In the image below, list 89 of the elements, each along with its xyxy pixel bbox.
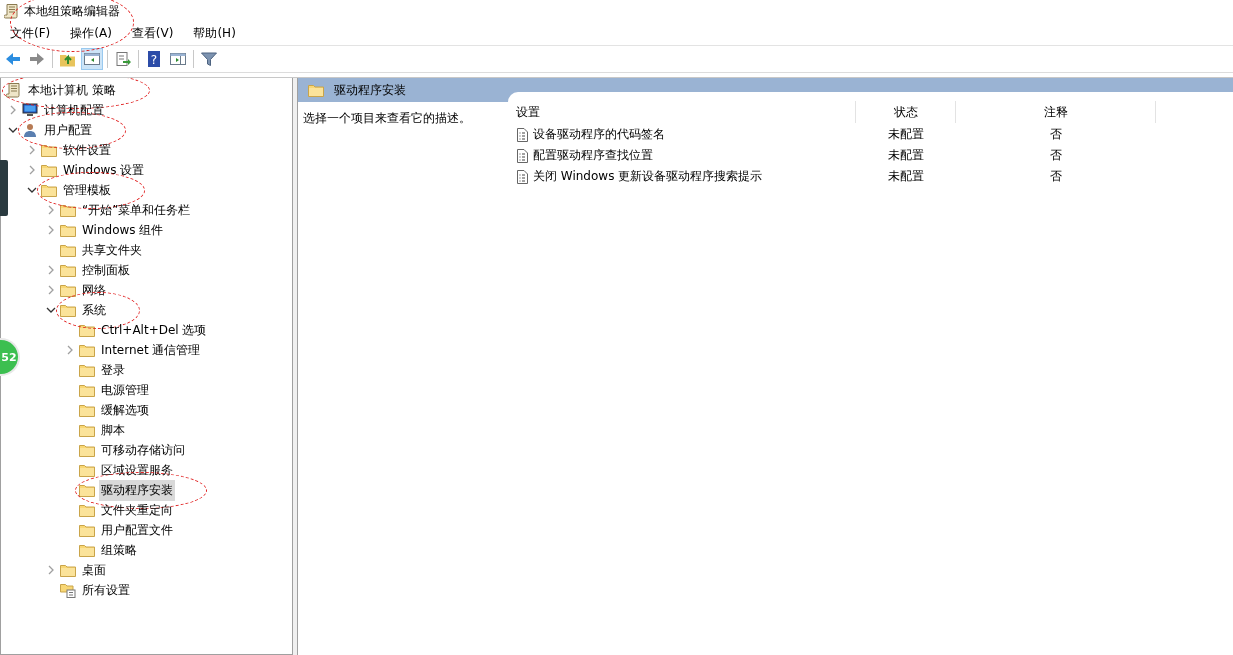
tree-pane-icon[interactable] (81, 48, 103, 70)
folder-icon (60, 563, 76, 577)
chevron-right-icon[interactable] (27, 165, 37, 175)
menu-item[interactable]: 文件(F) (4, 25, 57, 42)
scroll-icon (6, 82, 22, 98)
tree-item[interactable]: 区域设置服务 (99, 459, 175, 481)
chevron-right-icon[interactable] (46, 205, 56, 215)
tree-item[interactable]: 用户配置文件 (99, 519, 175, 541)
comment-cell-text: 否 (1049, 168, 1063, 185)
comment-cell-text: 否 (1049, 126, 1063, 143)
edge-handle (0, 160, 8, 216)
tree-item[interactable]: 登录 (99, 359, 127, 381)
menu-item[interactable]: 帮助(H) (187, 25, 242, 42)
tree-item[interactable]: 管理模板 (61, 179, 113, 201)
column-header[interactable]: 设置 (508, 101, 856, 123)
folder-icon (60, 263, 76, 277)
setting-icon (516, 148, 528, 163)
tree-item[interactable]: 共享文件夹 (80, 239, 144, 261)
chevron-right-icon[interactable] (46, 565, 56, 575)
computer-icon (22, 102, 38, 118)
menu-item[interactable]: 操作(A) (64, 25, 118, 42)
folder-icon (41, 143, 57, 157)
description-text: 选择一个项目来查看它的描述。 (302, 110, 472, 127)
comment-cell-text: 否 (1049, 147, 1063, 164)
folder-icon (60, 203, 76, 217)
state-cell-text: 未配置 (887, 168, 925, 185)
chevron-down-icon[interactable] (8, 125, 18, 135)
setting-icon (516, 169, 528, 184)
folder-icon (41, 183, 57, 197)
tree-item[interactable]: Windows 组件 (80, 219, 166, 241)
column-header[interactable]: 注释 (956, 101, 1156, 123)
chevron-right-icon[interactable] (46, 285, 56, 295)
folder-icon (79, 323, 95, 337)
folder-icon (79, 463, 95, 477)
chevron-down-icon[interactable] (46, 305, 56, 315)
chevron-right-icon[interactable] (65, 345, 75, 355)
tree-item[interactable]: 控制面板 (80, 259, 132, 281)
settings-folder-icon (60, 582, 76, 598)
folder-icon (60, 303, 76, 317)
tree-item[interactable]: Windows 设置 (61, 159, 147, 181)
folder-icon (79, 403, 95, 417)
counter-badge: 52 (0, 338, 20, 376)
tree-item[interactable]: 驱动程序安装 (99, 479, 175, 501)
folder-icon (79, 383, 95, 397)
folder-icon (60, 283, 76, 297)
setting-name[interactable]: 配置驱动程序查找位置 (533, 147, 653, 164)
tree-item[interactable]: 软件设置 (61, 139, 113, 161)
tree-item[interactable]: 电源管理 (99, 379, 151, 401)
tree-item[interactable]: “开始”菜单和任务栏 (80, 199, 193, 221)
chevron-right-icon[interactable] (46, 225, 56, 235)
folder-icon (79, 543, 95, 557)
folder-icon (79, 443, 95, 457)
user-icon (22, 122, 38, 138)
folder-icon (79, 523, 95, 537)
chevron-right-icon[interactable] (46, 265, 56, 275)
detail-title: 驱动程序安装 (334, 81, 406, 99)
window-title: 本地组策略编辑器 (24, 3, 120, 18)
tree-item[interactable]: 文件夹重定向 (99, 499, 175, 521)
state-cell-text: 未配置 (887, 147, 925, 164)
setting-icon (516, 127, 528, 142)
menu-item[interactable]: 查看(V) (125, 25, 180, 42)
tree-item[interactable]: 组策略 (99, 539, 139, 561)
tree-item[interactable]: 脚本 (99, 419, 127, 441)
tree-item[interactable]: Ctrl+Alt+Del 选项 (99, 319, 209, 341)
tree-item[interactable]: 缓解选项 (99, 399, 151, 421)
tree-item[interactable]: 桌面 (80, 559, 108, 581)
folder-icon (41, 163, 57, 177)
folder-icon (79, 503, 95, 517)
tree-item[interactable]: 可移动存储访问 (99, 439, 187, 461)
setting-name[interactable]: 关闭 Windows 更新设备驱动程序搜索提示 (533, 168, 763, 185)
column-header[interactable]: 状态 (856, 101, 956, 123)
setting-name[interactable]: 设备驱动程序的代码签名 (533, 126, 665, 143)
tree-item[interactable]: Internet 通信管理 (99, 339, 203, 361)
folder-icon (79, 423, 95, 437)
scroll-icon (4, 3, 20, 19)
tree-item[interactable]: 系统 (80, 299, 108, 321)
chevron-right-icon[interactable] (8, 105, 18, 115)
folder-icon (308, 83, 324, 97)
chevron-down-icon[interactable] (27, 185, 37, 195)
folder-icon (79, 483, 95, 497)
folder-icon (60, 243, 76, 257)
folder-icon (79, 363, 95, 377)
tree-item[interactable]: 本地计算机 策略 (26, 79, 118, 101)
tree-item[interactable]: 用户配置 (42, 119, 94, 141)
folder-icon (79, 343, 95, 357)
tree-item[interactable]: 所有设置 (80, 579, 132, 601)
folder-icon (60, 223, 76, 237)
state-cell-text: 未配置 (887, 126, 925, 143)
chevron-right-icon[interactable] (27, 145, 37, 155)
